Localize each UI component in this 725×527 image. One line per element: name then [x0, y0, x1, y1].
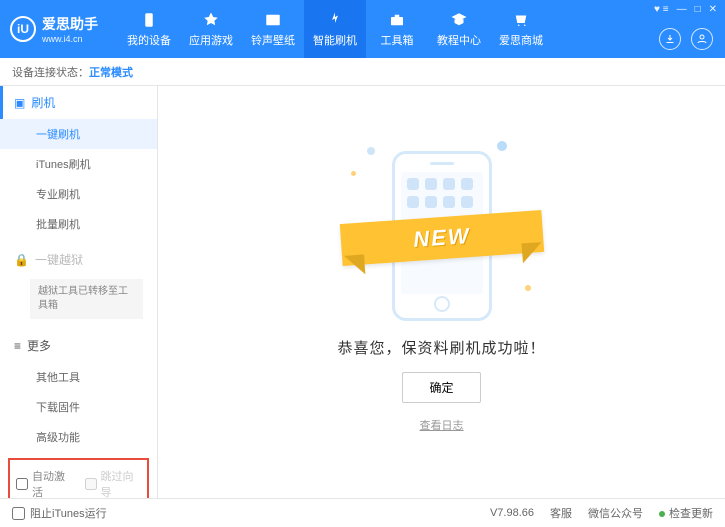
top-nav: 我的设备 应用游戏 铃声壁纸 智能刷机 工具箱 教程中心 爱思商城	[118, 0, 552, 58]
sidebar-item-itunes[interactable]: iTunes刷机	[0, 149, 157, 179]
checkbox-input	[85, 478, 97, 490]
app-title: 爱思助手	[42, 14, 98, 34]
footer-link-wechat[interactable]: 微信公众号	[588, 505, 643, 521]
status-bar: 设备连接状态： 正常模式	[0, 58, 725, 86]
flash-icon: ▣	[14, 96, 25, 110]
sidebar-item-batch[interactable]: 批量刷机	[0, 209, 157, 239]
status-label: 设备连接状态：	[12, 64, 89, 80]
ribbon-text: NEW	[412, 223, 471, 253]
checkbox-auto-activate[interactable]: 自动激活	[16, 468, 73, 498]
sidebar-group-label: 一键越狱	[35, 251, 83, 268]
nav-label: 应用游戏	[189, 32, 233, 48]
sidebar-group-label: 更多	[27, 337, 51, 354]
sidebar-item-advanced[interactable]: 高级功能	[0, 422, 157, 452]
nav-label: 工具箱	[381, 32, 414, 48]
nav-label: 我的设备	[127, 32, 171, 48]
toolbox-icon	[387, 11, 407, 29]
window-controls: ♥ ≡ — □ ✕	[654, 4, 717, 15]
menu-icon[interactable]: ♥ ≡	[654, 4, 669, 15]
image-icon	[263, 11, 283, 29]
graduation-icon	[449, 11, 469, 29]
sidebar-group-more[interactable]: ≡ 更多	[0, 329, 157, 362]
status-mode: 正常模式	[89, 64, 133, 80]
logo-icon: iU	[10, 16, 36, 42]
footer-link-update[interactable]: 检查更新	[659, 505, 713, 521]
block-itunes-label: 阻止iTunes运行	[30, 505, 107, 521]
sidebar: ▣ 刷机 一键刷机 iTunes刷机 专业刷机 批量刷机 🔒 一键越狱 越狱工具…	[0, 86, 158, 498]
nav-label: 教程中心	[437, 32, 481, 48]
logo: iU 爱思助手 www.i4.cn	[10, 14, 98, 44]
checkbox-input[interactable]	[16, 478, 28, 490]
app-header: iU 爱思助手 www.i4.cn 我的设备 应用游戏 铃声壁纸 智能刷机 工具…	[0, 0, 725, 58]
version-label: V7.98.66	[490, 507, 534, 519]
sidebar-item-oneclick[interactable]: 一键刷机	[0, 119, 157, 149]
view-log-link[interactable]: 查看日志	[420, 417, 464, 433]
nav-toolbox[interactable]: 工具箱	[366, 0, 428, 58]
new-ribbon: NEW	[339, 210, 543, 266]
more-icon: ≡	[14, 339, 21, 353]
nav-ringtones[interactable]: 铃声壁纸	[242, 0, 304, 58]
checkbox-label: 自动激活	[32, 468, 73, 498]
nav-smart-flash[interactable]: 智能刷机	[304, 0, 366, 58]
sidebar-item-other[interactable]: 其他工具	[0, 362, 157, 392]
block-itunes-checkbox[interactable]	[12, 507, 25, 520]
sidebar-item-download-fw[interactable]: 下载固件	[0, 392, 157, 422]
maximize-button[interactable]: □	[695, 4, 701, 15]
success-message: 恭喜您，保资料刷机成功啦！	[337, 337, 545, 358]
nav-tutorials[interactable]: 教程中心	[428, 0, 490, 58]
sidebar-group-label: 刷机	[31, 94, 55, 111]
sidebar-item-pro[interactable]: 专业刷机	[0, 179, 157, 209]
highlighted-checkbox-area: 自动激活 跳过向导	[8, 458, 149, 498]
checkbox-skip-guide[interactable]: 跳过向导	[85, 468, 142, 498]
user-button[interactable]	[691, 28, 713, 50]
download-button[interactable]	[659, 28, 681, 50]
footer: 阻止iTunes运行 V7.98.66 客服 微信公众号 检查更新	[0, 498, 725, 527]
close-button[interactable]: ✕	[709, 4, 717, 15]
app-subtitle: www.i4.cn	[42, 34, 98, 44]
nav-my-device[interactable]: 我的设备	[118, 0, 180, 58]
checkbox-label: 跳过向导	[101, 468, 142, 498]
nav-store[interactable]: 爱思商城	[490, 0, 552, 58]
minimize-button[interactable]: —	[677, 4, 687, 15]
nav-label: 爱思商城	[499, 32, 543, 48]
sidebar-group-flash[interactable]: ▣ 刷机	[0, 86, 157, 119]
cart-icon	[511, 11, 531, 29]
nav-label: 铃声壁纸	[251, 32, 295, 48]
ok-button[interactable]: 确定	[402, 372, 480, 403]
footer-link-support[interactable]: 客服	[550, 505, 572, 521]
nav-label: 智能刷机	[313, 32, 357, 48]
apps-icon	[201, 11, 221, 29]
device-icon	[139, 11, 159, 29]
nav-apps-games[interactable]: 应用游戏	[180, 0, 242, 58]
lock-icon: 🔒	[14, 253, 29, 267]
sidebar-group-jailbreak: 🔒 一键越狱	[0, 243, 157, 276]
success-illustration: NEW	[347, 141, 537, 321]
flash-icon	[325, 11, 345, 29]
main-content: NEW 恭喜您，保资料刷机成功啦！ 确定 查看日志	[158, 86, 725, 498]
jailbreak-note: 越狱工具已转移至工具箱	[30, 279, 143, 319]
